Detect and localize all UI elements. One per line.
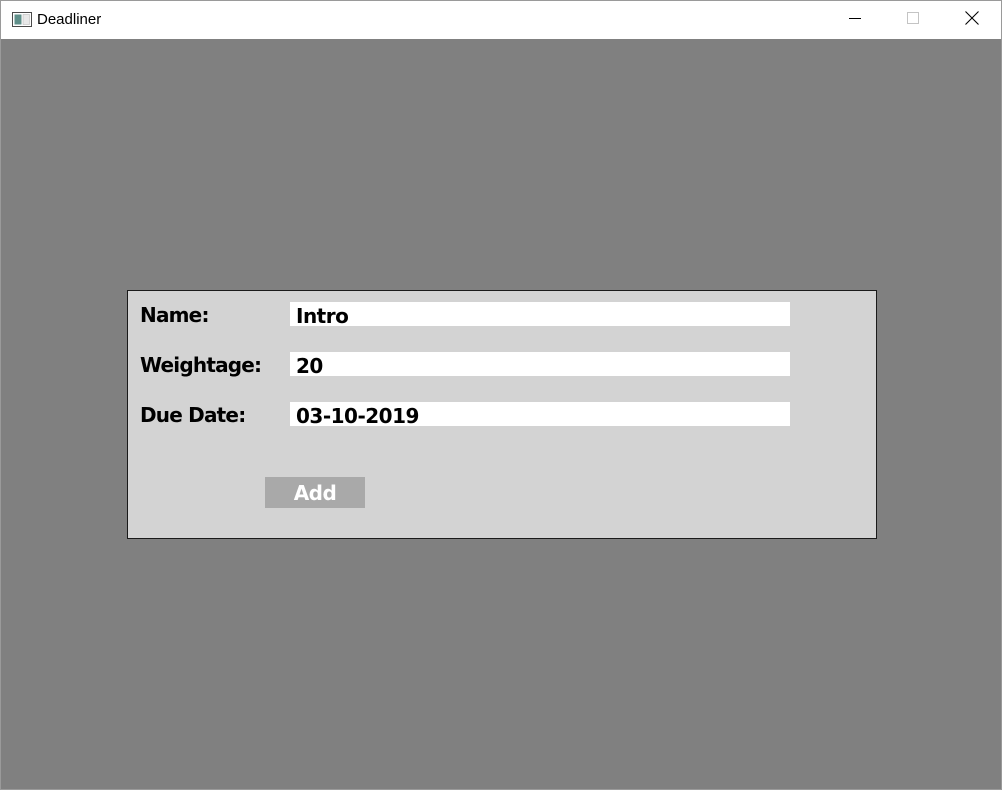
maximize-icon: [907, 11, 919, 29]
due-date-field[interactable]: 03-10-2019: [290, 402, 790, 426]
client-area: Name: Intro Weightage: 20 Due Date: 03-1…: [1, 39, 1001, 789]
title-bar[interactable]: Deadliner: [1, 1, 1001, 39]
task-form-panel: Name: Intro Weightage: 20 Due Date: 03-1…: [127, 290, 877, 539]
weightage-field[interactable]: 20: [290, 352, 790, 376]
name-field[interactable]: Intro: [290, 302, 790, 326]
weightage-label: Weightage:: [140, 353, 262, 377]
due-date-label: Due Date:: [140, 403, 246, 427]
name-label: Name:: [140, 303, 209, 327]
app-window: Deadliner Name: Intro Weightage: 20 Due …: [0, 0, 1002, 790]
minimize-icon: [849, 11, 861, 29]
minimize-button[interactable]: [826, 1, 884, 39]
window-title: Deadliner: [37, 11, 102, 28]
close-icon: [965, 10, 979, 30]
add-button[interactable]: Add: [265, 477, 365, 508]
close-button[interactable]: [943, 1, 1001, 39]
maximize-button[interactable]: [884, 1, 942, 39]
app-window-icon: [12, 12, 32, 27]
